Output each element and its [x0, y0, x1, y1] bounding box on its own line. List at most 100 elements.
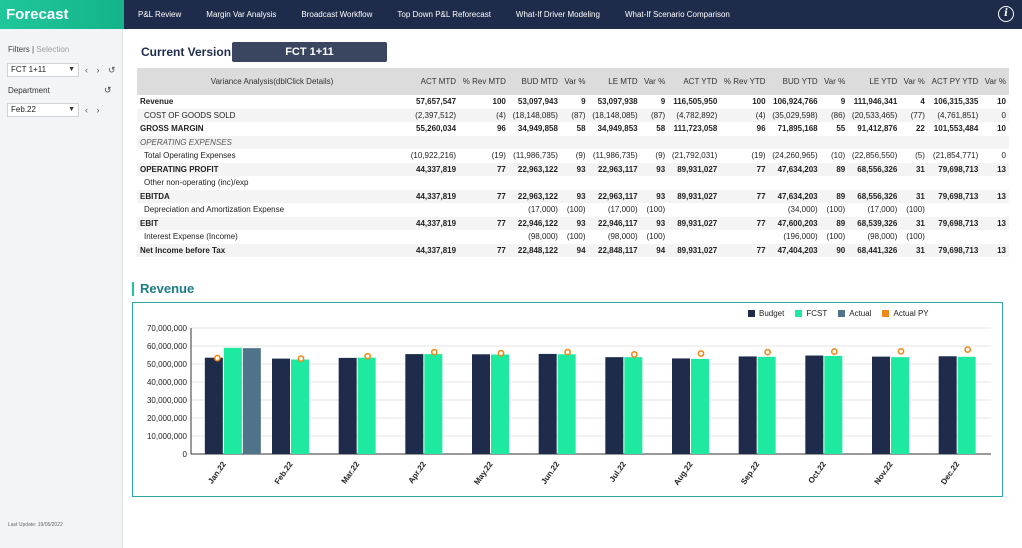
point-actual-py [564, 348, 572, 356]
nav-what-if-scenario[interactable]: What-If Scenario Comparison [625, 10, 730, 19]
table-row[interactable]: Depreciation and Amortization Expense (17… [137, 203, 1009, 217]
row-value [459, 135, 509, 149]
row-value [848, 176, 900, 190]
row-value: 89 [820, 216, 849, 230]
x-tick-label: Jan.22 [206, 460, 228, 486]
table-row[interactable]: EBIT 44,337,819 77 22,946,122 93 22,946,117 93… [137, 216, 1009, 230]
row-value: 22,963,117 [588, 162, 641, 176]
table-row[interactable]: Interest Expense (Income) (98,000) (100) (9… [137, 230, 1009, 244]
row-value: 68,539,326 [848, 216, 901, 230]
nav-broadcast-workflow[interactable]: Broadcast Workflow [301, 10, 372, 19]
row-value: 13 [981, 216, 1009, 230]
row-value: 68,441,326 [848, 243, 901, 257]
table-header-cell: % Rev YTD [720, 68, 769, 95]
row-value: 106,924,766 [773, 97, 818, 107]
row-value: 34,949,853 [597, 124, 638, 134]
row-value [768, 135, 821, 149]
revenue-section-title: Revenue [132, 282, 194, 296]
table-header-cell: Var % [820, 68, 849, 95]
x-tick-label: May.22 [472, 460, 495, 487]
bar-fcst [891, 357, 909, 454]
row-value: 77 [720, 243, 769, 257]
y-tick-label: 40,000,000 [147, 378, 188, 387]
point-actual-py [364, 352, 372, 360]
point-actual-py [297, 355, 305, 362]
table-header-cell: Var % [560, 68, 589, 95]
y-tick-label: 50,000,000 [147, 360, 188, 369]
nav-top-down-reforecast[interactable]: Top Down P&L Reforecast [397, 10, 491, 19]
table-header-cell: ACT MTD [407, 68, 460, 95]
row-value [459, 230, 509, 244]
row-value: (100) [566, 232, 586, 242]
row-value: (196,000) [783, 232, 818, 242]
table-row[interactable]: Other non-operating (inc)/exp [137, 176, 1009, 190]
row-label: OPERATING PROFIT [137, 162, 407, 176]
nav-pl-review[interactable]: P&L Review [138, 10, 181, 19]
row-label: OPERATING EXPENSES [137, 135, 407, 149]
row-value: 13 [981, 189, 1009, 203]
legend-item-actual[interactable]: Actual [838, 309, 871, 318]
reset-icon[interactable]: ↺ [104, 85, 112, 96]
bar-budget [204, 357, 223, 454]
period-prev-next-icons[interactable]: ‹ › [85, 105, 103, 115]
row-value: 31 [900, 189, 928, 203]
table-row[interactable]: OPERATING EXPENSES [137, 135, 1009, 149]
bar-fcst [624, 357, 643, 454]
bar-fcst [491, 354, 509, 454]
row-value: 106,315,335 [933, 97, 979, 107]
bar-budget [338, 357, 357, 454]
table-row[interactable]: Total Operating Expenses (10,922,216) (19)… [137, 149, 1009, 163]
bar-fcst [824, 355, 843, 454]
row-value: 4 [920, 97, 925, 107]
row-value: (17,000) [867, 205, 898, 215]
row-value: 22,946,122 [508, 216, 561, 230]
legend-item-fcst[interactable]: FCST [795, 309, 827, 318]
bar-budget [805, 355, 824, 454]
row-value: 44,337,819 [407, 189, 460, 203]
table-header-label: Variance Analysis(dblClick Details) [137, 68, 407, 95]
table-row[interactable]: OPERATING PROFIT 44,337,819 77 22,963,122 93… [137, 162, 1009, 176]
row-value [668, 203, 720, 217]
row-value: 55 [836, 124, 846, 134]
row-value: 79,698,713 [927, 162, 982, 176]
version-prev-next-icons[interactable]: ‹ › ↺ [85, 65, 119, 76]
last-update-text: Last Update: 19/05/2022 [8, 522, 63, 528]
point-actual-py [964, 346, 972, 353]
row-value: 47,600,203 [768, 216, 821, 230]
legend-swatch [838, 310, 846, 317]
row-value: 94 [640, 243, 669, 257]
row-label: EBITDA [137, 189, 407, 203]
table-row[interactable]: Revenue 57,657,547 100 53,097,943 9 53,097,93… [137, 95, 1009, 109]
selection-tab[interactable]: Selection [36, 45, 69, 54]
bar-fcst [957, 356, 976, 454]
period-select[interactable]: Feb.22 ▼ [7, 103, 79, 117]
point-actual-py [430, 348, 438, 356]
table-row[interactable]: GROSS MARGIN 55,260,034 96 34,949,858 58 34,9… [137, 122, 1009, 136]
main-nav: P&L Review Margin Var Analysis Broadcast… [130, 0, 747, 29]
version-select[interactable]: FCT 1+11 ▼ [7, 63, 79, 77]
row-value [588, 135, 641, 149]
legend-item-actual-py[interactable]: Actual PY [882, 309, 929, 318]
table-row[interactable]: Net Income before Tax 44,337,819 77 22,848,… [137, 243, 1009, 257]
row-value: (9) [655, 151, 666, 161]
row-value: (100) [646, 205, 666, 215]
info-icon[interactable]: i [998, 6, 1014, 22]
filters-label: Filters [8, 45, 30, 54]
row-value [407, 203, 459, 217]
revenue-bar-chart: 0 10,000,000 20,000,000 30,000,000 40,000,00… [147, 324, 991, 487]
point-actual-py [830, 348, 838, 355]
nav-margin-var-analysis[interactable]: Margin Var Analysis [206, 10, 276, 19]
row-value: 77 [720, 189, 769, 203]
row-value: 89 [820, 189, 849, 203]
bar-fcst [424, 354, 443, 454]
table-row[interactable]: EBITDA 44,337,819 77 22,963,122 93 22,963,117… [137, 189, 1009, 203]
row-value [459, 176, 509, 190]
current-version-value[interactable]: FCT 1+11 [232, 42, 387, 62]
legend-item-budget[interactable]: Budget [748, 309, 784, 318]
row-value: 100 [492, 97, 506, 107]
row-value: (17,000) [607, 205, 638, 215]
row-value: 31 [900, 243, 928, 257]
table-row[interactable]: COST OF GOODS SOLD (2,397,512) (4) (18,148,… [137, 108, 1009, 122]
row-value: 53,097,938 [597, 97, 638, 107]
nav-what-if-driver[interactable]: What-If Driver Modeling [516, 10, 600, 19]
